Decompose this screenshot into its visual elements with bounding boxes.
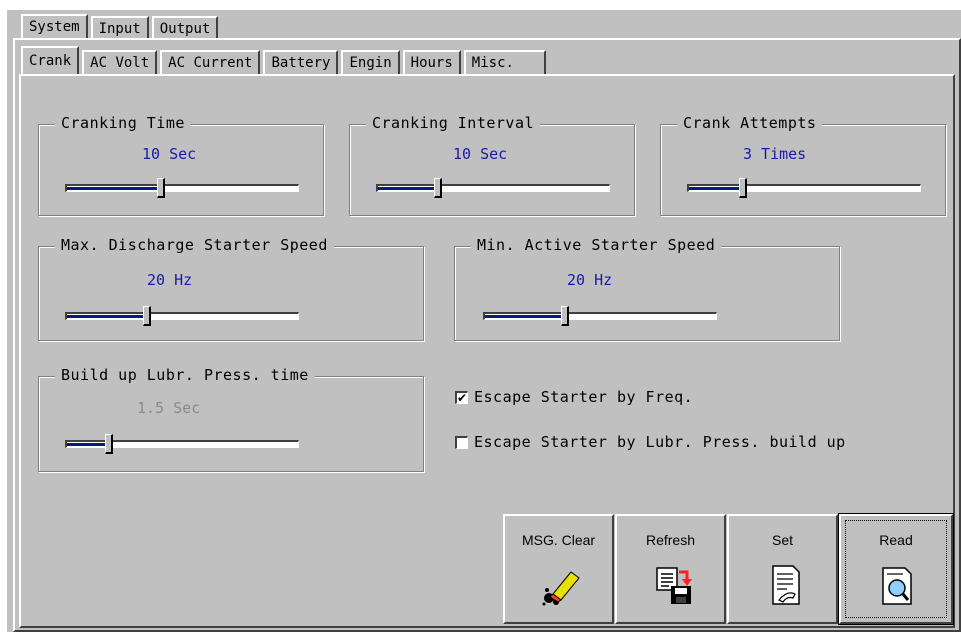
escape-lubr-checkbox[interactable]: Escape Starter by Lubr. Press. build up — [455, 433, 846, 451]
build-up-slider[interactable] — [65, 434, 299, 454]
checkbox-box[interactable] — [455, 435, 468, 449]
read-label: Read — [879, 532, 913, 548]
document-magnifier-icon — [882, 567, 912, 605]
cranking-time-group: Cranking Time 10 Sec — [38, 114, 324, 216]
crank-attempts-title: Crank Attempts — [677, 114, 823, 132]
refresh-button[interactable]: Refresh — [615, 514, 726, 624]
tab-engin[interactable]: Engin — [341, 50, 400, 74]
escape-freq-checkbox[interactable]: ✔ Escape Starter by Freq. — [455, 388, 693, 406]
tab-system[interactable]: System — [21, 14, 88, 38]
slider-fill — [67, 315, 143, 318]
outer-tab-bar: System Input Output — [21, 14, 221, 38]
msg-clear-button[interactable]: MSG. Clear — [503, 514, 614, 624]
crank-attempts-value: 3 Times — [743, 145, 807, 163]
slider-thumb[interactable] — [561, 306, 569, 326]
slider-fill — [689, 187, 739, 190]
slider-fill — [485, 315, 561, 318]
tab-ac-volt[interactable]: AC Volt — [82, 50, 158, 74]
cranking-interval-slider[interactable] — [376, 178, 610, 198]
escape-freq-label: Escape Starter by Freq. — [474, 388, 694, 406]
cranking-interval-value: 10 Sec — [453, 145, 508, 163]
tab-battery[interactable]: Battery — [263, 50, 339, 74]
build-up-value: 1.5 Sec — [137, 399, 201, 417]
tab-hours[interactable]: Hours — [402, 50, 461, 74]
tab-crank[interactable]: Crank — [21, 46, 80, 74]
crank-attempts-group: Crank Attempts 3 Times — [660, 114, 946, 216]
tab-misc[interactable]: Misc. — [463, 50, 546, 74]
refresh-floppy-icon — [656, 567, 692, 604]
tab-input[interactable]: Input — [90, 16, 149, 38]
cranking-time-slider[interactable] — [65, 178, 299, 198]
cranking-time-value: 10 Sec — [142, 145, 197, 163]
cranking-time-title: Cranking Time — [55, 114, 191, 132]
slider-thumb[interactable] — [157, 178, 165, 198]
min-active-value: 20 Hz — [567, 271, 613, 289]
max-discharge-group: Max. Discharge Starter Speed 20 Hz — [38, 236, 424, 341]
checkbox-box[interactable]: ✔ — [455, 390, 468, 404]
min-active-group: Min. Active Starter Speed 20 Hz — [454, 236, 840, 341]
tab-ac-current[interactable]: AC Current — [160, 50, 261, 74]
slider-fill — [67, 187, 157, 190]
max-discharge-slider[interactable] — [65, 306, 299, 326]
set-label: Set — [771, 532, 793, 548]
dialog-window: System Input Output Crank AC Volt AC Cur… — [7, 10, 961, 632]
read-button[interactable]: Read — [838, 513, 954, 625]
min-active-title: Min. Active Starter Speed — [471, 236, 722, 254]
set-button[interactable]: Set — [727, 514, 838, 624]
slider-thumb[interactable] — [105, 434, 113, 454]
refresh-label: Refresh — [645, 532, 696, 548]
max-discharge-value: 20 Hz — [147, 271, 193, 289]
build-up-title: Build up Lubr. Press. time — [55, 366, 315, 384]
msg-clear-label: MSG. Clear — [521, 532, 596, 548]
slider-thumb[interactable] — [739, 178, 747, 198]
inner-tab-bar: Crank AC Volt AC Current Battery Engin H… — [21, 46, 549, 74]
crank-attempts-slider[interactable] — [687, 178, 921, 198]
slider-thumb[interactable] — [143, 306, 151, 326]
document-pen-icon — [772, 565, 800, 605]
slider-fill — [378, 187, 434, 190]
cranking-interval-title: Cranking Interval — [366, 114, 541, 132]
tab-output[interactable]: Output — [151, 16, 219, 38]
cranking-interval-group: Cranking Interval 10 Sec — [349, 114, 635, 216]
slider-thumb[interactable] — [434, 178, 442, 198]
build-up-group: Build up Lubr. Press. time 1.5 Sec — [38, 366, 424, 472]
max-discharge-title: Max. Discharge Starter Speed — [55, 236, 334, 254]
min-active-slider[interactable] — [483, 306, 717, 326]
eraser-icon — [542, 571, 580, 606]
escape-lubr-label: Escape Starter by Lubr. Press. build up — [474, 433, 846, 451]
slider-fill — [67, 443, 105, 446]
